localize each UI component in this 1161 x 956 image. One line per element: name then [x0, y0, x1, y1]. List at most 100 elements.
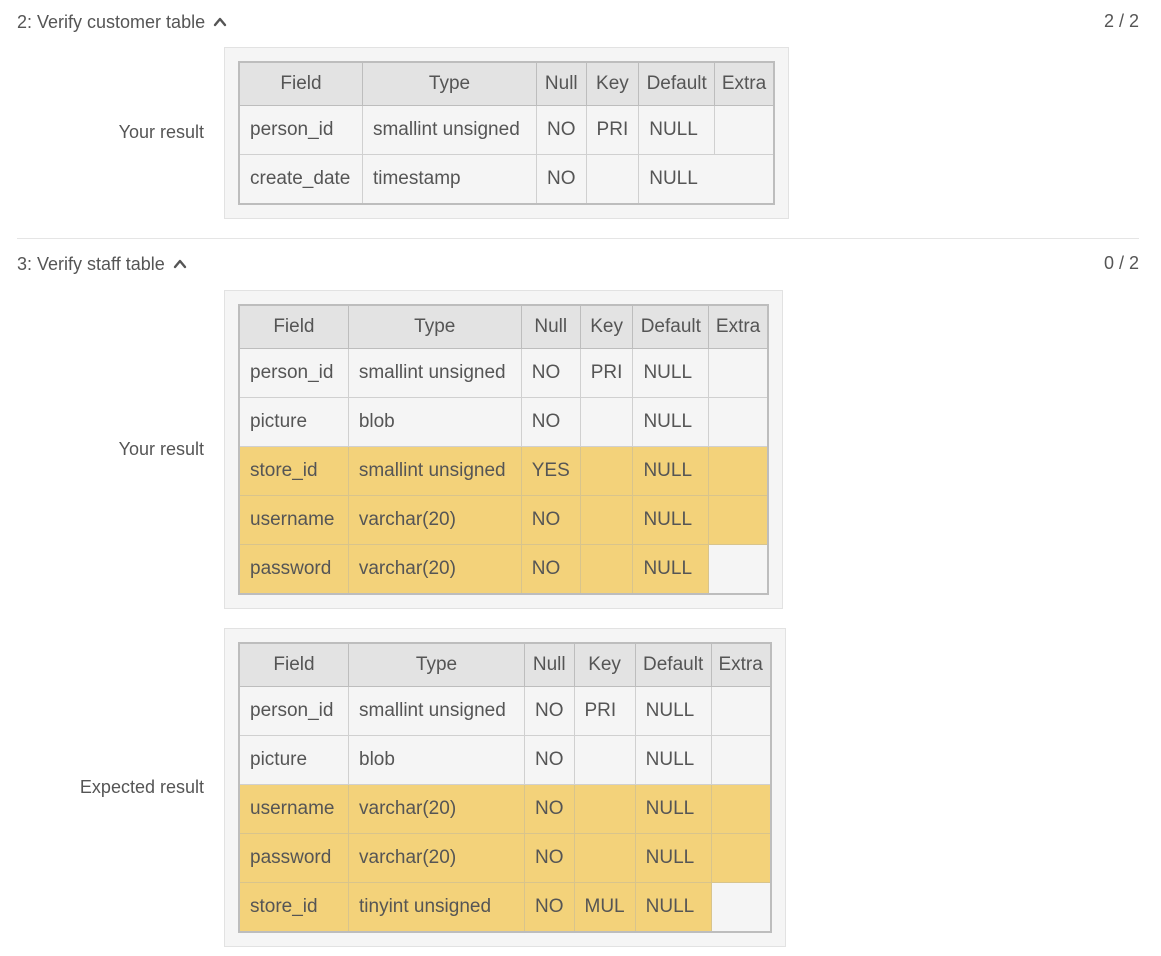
cell-null: NO: [524, 686, 575, 736]
cell-type: timestamp: [361, 154, 538, 205]
cell-default: NULL: [634, 784, 712, 834]
col-key: Key: [585, 61, 640, 106]
table-header-row: Field Type Null Key Default Extra: [238, 61, 775, 106]
cell-extra: [708, 544, 769, 595]
cell-null: NO: [520, 544, 581, 595]
cell-key: PRI: [573, 686, 636, 736]
cell-key: PRI: [579, 348, 634, 398]
col-key: Key: [579, 304, 634, 349]
your-result-box: Field Type Null Key Default Extra person…: [224, 47, 789, 219]
section-divider: [17, 238, 1139, 239]
cell-field: person_id: [238, 348, 349, 398]
section-2-toggle[interactable]: 2: Verify customer table: [17, 11, 227, 33]
cell-type: smallint unsigned: [347, 446, 522, 496]
cell-default: NULL: [638, 154, 775, 205]
cell-default: NULL: [634, 686, 712, 736]
table-row-mismatch: store_id tinyint unsigned NO MUL NULL: [238, 882, 772, 933]
cell-field: picture: [238, 735, 349, 785]
col-extra: Extra: [708, 304, 769, 349]
col-null: Null: [536, 61, 587, 106]
expected-result-box: Field Type Null Key Default Extra person…: [224, 628, 786, 947]
cell-key: [579, 397, 634, 447]
table-row: person_id smallint unsigned NO PRI NULL: [238, 348, 769, 398]
staff-your-result-table: Field Type Null Key Default Extra person…: [238, 304, 769, 595]
cell-null: NO: [520, 397, 581, 447]
your-result-box: Field Type Null Key Default Extra person…: [224, 290, 783, 609]
cell-extra: [708, 495, 769, 545]
cell-field: password: [238, 833, 349, 883]
cell-default: NULL: [632, 348, 710, 398]
cell-key: PRI: [585, 105, 640, 155]
cell-field: store_id: [238, 882, 349, 933]
cell-type: blob: [347, 397, 522, 447]
table-row: picture blob NO NULL: [238, 735, 772, 785]
col-null: Null: [520, 304, 581, 349]
col-type: Type: [347, 304, 522, 349]
expected-result-label: Expected result: [79, 777, 204, 797]
cell-field: create_date: [238, 154, 363, 205]
col-null: Null: [524, 642, 575, 687]
cell-null: NO: [524, 784, 575, 834]
col-default: Default: [632, 304, 710, 349]
table-header-row: Field Type Null Key Default Extra: [238, 304, 769, 349]
table-row-mismatch: username varchar(20) NO NULL: [238, 495, 769, 545]
section-2-title: 2: Verify customer table: [17, 11, 206, 32]
cell-default: NULL: [634, 735, 712, 785]
cell-key: [585, 154, 640, 205]
cell-default: NULL: [638, 105, 716, 155]
chevron-up-icon: [173, 259, 186, 269]
cell-extra: [714, 105, 775, 155]
your-result-label: Your result: [118, 122, 204, 142]
cell-field: username: [238, 495, 349, 545]
section-3-title: 3: Verify staff table: [17, 253, 165, 274]
cell-type: varchar(20): [348, 833, 525, 883]
cell-key: [579, 446, 634, 496]
cell-extra: [710, 686, 772, 736]
col-field: Field: [238, 304, 349, 349]
table-row: person_id smallint unsigned NO PRI NULL: [238, 686, 772, 736]
cell-extra: [710, 735, 772, 785]
chevron-up-icon: [213, 17, 227, 27]
col-field: Field: [238, 642, 349, 687]
table-row-mismatch: password varchar(20) NO NULL: [238, 833, 772, 883]
table-row: person_id smallint unsigned NO PRI NULL: [238, 105, 775, 155]
cell-extra: [708, 397, 769, 447]
table-header-row: Field Type Null Key Default Extra: [238, 642, 772, 687]
cell-key: MUL: [573, 882, 636, 933]
cell-extra: [710, 882, 772, 933]
section-3-score: 0 / 2: [1103, 253, 1139, 273]
cell-key: [579, 544, 634, 595]
cell-key: [573, 784, 636, 834]
cell-null: NO: [536, 105, 587, 155]
col-default: Default: [634, 642, 712, 687]
table-row: create_date timestamp NO NULL: [238, 154, 775, 205]
col-type: Type: [361, 61, 538, 106]
cell-extra: [710, 833, 772, 883]
cell-default: NULL: [632, 446, 710, 496]
col-default: Default: [638, 61, 716, 106]
cell-key: [579, 495, 634, 545]
cell-type: smallint unsigned: [361, 105, 538, 155]
customer-result-table: Field Type Null Key Default Extra person…: [238, 61, 775, 205]
cell-key: [573, 735, 636, 785]
cell-key: [573, 833, 636, 883]
table-row: picture blob NO NULL: [238, 397, 769, 447]
cell-default: NULL: [634, 882, 712, 933]
cell-field: store_id: [238, 446, 349, 496]
cell-null: NO: [524, 833, 575, 883]
cell-null: NO: [520, 495, 581, 545]
table-row-mismatch: password varchar(20) NO NULL: [238, 544, 769, 595]
cell-default: NULL: [634, 833, 712, 883]
section-3-toggle[interactable]: 3: Verify staff table: [17, 253, 187, 275]
cell-null: YES: [520, 446, 581, 496]
col-key: Key: [573, 642, 636, 687]
table-row-mismatch: username varchar(20) NO NULL: [238, 784, 772, 834]
your-result-label: Your result: [118, 439, 204, 459]
col-extra: Extra: [714, 61, 775, 106]
cell-type: smallint unsigned: [347, 348, 522, 398]
cell-field: password: [238, 544, 349, 595]
cell-null: NO: [524, 735, 575, 785]
cell-extra: [710, 784, 772, 834]
section-2-score: 2 / 2: [1103, 11, 1139, 31]
cell-default: NULL: [632, 397, 710, 447]
